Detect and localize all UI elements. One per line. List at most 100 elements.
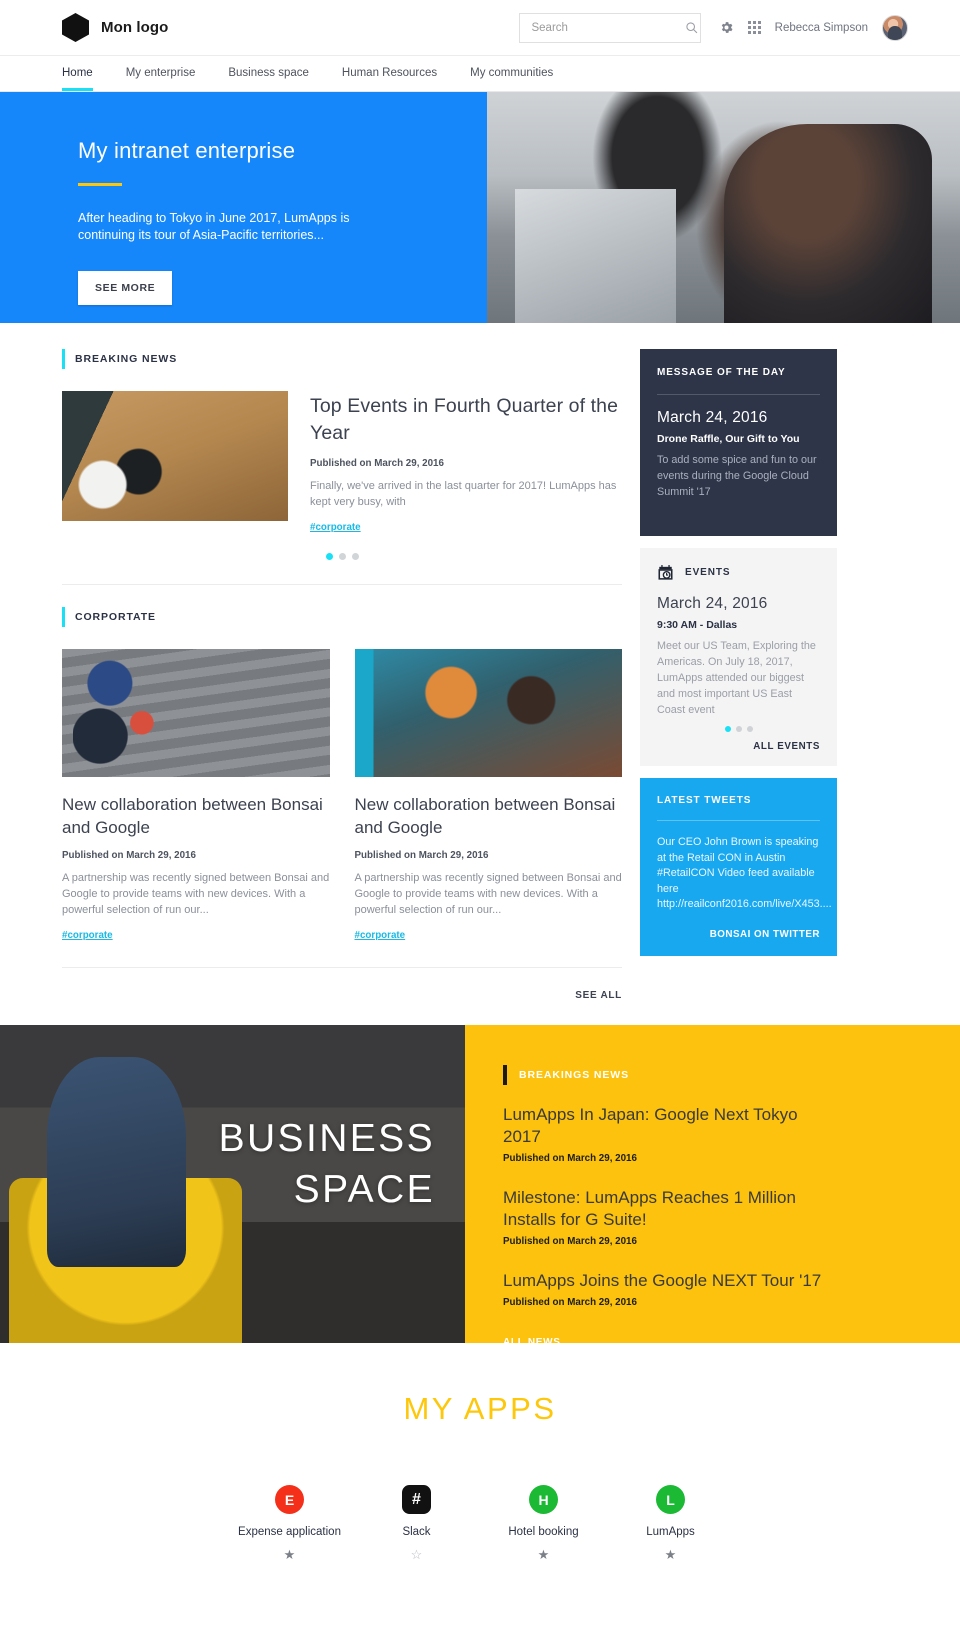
- hero-divider: [78, 183, 122, 186]
- see-all-link[interactable]: SEE ALL: [575, 990, 622, 1001]
- news-list-item[interactable]: Milestone: LumApps Reaches 1 Million Ins…: [503, 1187, 960, 1247]
- top-bar-actions: Rebecca Simpson: [519, 12, 908, 43]
- corporate-divider: [62, 967, 622, 968]
- favorite-star-icon[interactable]: ★: [226, 1547, 353, 1563]
- breaking-news-label: BREAKING NEWS: [62, 349, 622, 369]
- news-item-title[interactable]: LumApps Joins the Google NEXT Tour '17: [503, 1270, 833, 1292]
- nav-item-human-resources[interactable]: Human Resources: [342, 67, 437, 91]
- app-tile-lumapps[interactable]: L LumApps ★: [607, 1485, 734, 1563]
- business-space-image: BUSINESS SPACE: [0, 1025, 465, 1343]
- avatar[interactable]: [882, 14, 908, 41]
- app-icon-hotel-booking: H: [529, 1485, 558, 1514]
- carousel-dot-1[interactable]: [325, 553, 333, 560]
- hero-banner: My intranet enterprise After heading to …: [0, 92, 960, 323]
- news-list-item[interactable]: LumApps In Japan: Google Next Tokyo 2017…: [503, 1104, 960, 1164]
- article-card-title[interactable]: New collaboration between Bonsai and Goo…: [62, 793, 330, 839]
- carousel-dot-2[interactable]: [338, 553, 346, 560]
- motd-date: March 24, 2016: [657, 409, 768, 426]
- favorite-star-icon[interactable]: ★: [607, 1547, 734, 1563]
- featured-article-body: Top Events in Fourth Quarter of the Year…: [310, 391, 622, 535]
- article-card-excerpt: A partnership was recently signed betwee…: [62, 872, 330, 916]
- app-label: Slack: [402, 1526, 431, 1538]
- article-card-tag[interactable]: #corporate: [62, 930, 113, 941]
- featured-article-excerpt: Finally, we've arrived in the last quart…: [310, 480, 617, 508]
- featured-article-title[interactable]: Top Events in Fourth Quarter of the Year: [310, 393, 622, 447]
- events-dot-3[interactable]: [746, 726, 753, 732]
- nav-item-business-space[interactable]: Business space: [228, 67, 309, 91]
- article-card-excerpt: A partnership was recently signed betwee…: [354, 872, 622, 916]
- brand-logo[interactable]: Mon logo: [62, 13, 168, 42]
- user-name: Rebecca Simpson: [774, 21, 868, 34]
- nav-item-home[interactable]: Home: [62, 67, 93, 91]
- see-more-button[interactable]: SEE MORE: [78, 271, 173, 305]
- article-card-tag[interactable]: #corporate: [355, 930, 406, 941]
- favorite-star-icon[interactable]: ☆: [353, 1547, 480, 1563]
- news-item-title[interactable]: LumApps In Japan: Google Next Tokyo 2017: [503, 1104, 833, 1148]
- app-label: LumApps: [646, 1526, 695, 1538]
- all-news-link[interactable]: ALL NEWS: [503, 1337, 561, 1348]
- main-navigation: Home My enterprise Business space Human …: [0, 56, 960, 92]
- article-card-title[interactable]: New collaboration between Bonsai and Goo…: [355, 793, 623, 839]
- breakings-news-label: BREAKINGS NEWS: [503, 1065, 960, 1085]
- content-column: BREAKING NEWS Top Events in Fourth Quart…: [0, 349, 640, 1001]
- breaking-news-carousel-dots[interactable]: [62, 553, 622, 560]
- search-box[interactable]: [519, 12, 702, 43]
- motd-divider: [657, 394, 820, 395]
- carousel-dot-3[interactable]: [351, 553, 359, 560]
- see-all-row: SEE ALL: [62, 990, 622, 1001]
- hero-description: After heading to Tokyo in June 2017, Lum…: [78, 211, 350, 242]
- search-icon[interactable]: [685, 21, 698, 34]
- corporate-label: CORPORTATE: [62, 607, 622, 627]
- app-tile-slack[interactable]: # Slack ☆: [353, 1485, 480, 1563]
- search-input[interactable]: [531, 21, 686, 34]
- featured-article-date: Published on March 29, 2016: [310, 458, 444, 469]
- article-card-date: Published on March 29, 2016: [62, 850, 196, 861]
- app-grid-icon[interactable]: [748, 21, 761, 34]
- article-card-date: Published on March 29, 2016: [354, 850, 489, 861]
- main-content: BREAKING NEWS Top Events in Fourth Quart…: [0, 323, 960, 1025]
- news-item-title[interactable]: Milestone: LumApps Reaches 1 Million Ins…: [503, 1187, 833, 1231]
- news-list-item[interactable]: LumApps Joins the Google NEXT Tour '17 P…: [503, 1270, 960, 1308]
- tweet-text: Our CEO John Brown is speaking at the Re…: [657, 836, 832, 910]
- message-of-the-day-widget: MESSAGE OF THE DAY March 24, 2016 Drone …: [640, 349, 837, 536]
- news-item-date: Published on March 29, 2016: [503, 1236, 637, 1247]
- bonsai-on-twitter-link[interactable]: BONSAI ON TWITTER: [657, 929, 820, 940]
- top-bar: Mon logo Rebecca Simpson: [0, 0, 960, 56]
- events-header: EVENTS: [657, 564, 820, 581]
- favorite-star-icon[interactable]: ★: [480, 1547, 607, 1563]
- my-apps-list: E Expense application ★ # Slack ☆ H Hote…: [0, 1485, 960, 1563]
- events-carousel-dots[interactable]: [657, 726, 820, 732]
- events-dot-1[interactable]: [724, 726, 731, 732]
- nav-item-my-enterprise[interactable]: My enterprise: [126, 67, 196, 91]
- article-card-image: [354, 649, 622, 777]
- my-apps-section: MY APPS E Expense application ★ # Slack …: [0, 1343, 960, 1625]
- intranet-home-page: Mon logo Rebecca Simpson: [0, 0, 960, 1625]
- gear-icon[interactable]: [719, 20, 734, 35]
- motd-text: To add some spice and fun to our events …: [657, 454, 817, 498]
- corporate-card-list: New collaboration between Bonsai and Goo…: [62, 649, 622, 943]
- app-label: Expense application: [238, 1526, 341, 1538]
- featured-article[interactable]: Top Events in Fourth Quarter of the Year…: [62, 391, 622, 535]
- content-divider: [62, 584, 622, 585]
- brand-name: Mon logo: [101, 19, 169, 36]
- events-dot-2[interactable]: [735, 726, 742, 732]
- tweets-title: LATEST TWEETS: [657, 795, 752, 806]
- events-title: EVENTS: [685, 567, 731, 578]
- app-icon-lumapps: L: [656, 1485, 685, 1514]
- events-text: Meet our US Team, Exploring the Americas…: [657, 640, 816, 716]
- motd-subtitle: Drone Raffle, Our Gift to You: [657, 433, 800, 445]
- breaking-news-panel: BREAKINGS NEWS LumApps In Japan: Google …: [465, 1025, 960, 1348]
- app-tile-expense-application[interactable]: E Expense application ★: [226, 1485, 353, 1563]
- all-events-link[interactable]: ALL EVENTS: [657, 741, 820, 752]
- nav-item-my-communities[interactable]: My communities: [470, 67, 553, 91]
- featured-article-tag[interactable]: #corporate: [310, 522, 361, 533]
- article-card[interactable]: New collaboration between Bonsai and Goo…: [354, 649, 623, 943]
- business-space-caption: BUSINESS SPACE: [219, 1113, 435, 1215]
- app-label: Hotel booking: [508, 1526, 579, 1538]
- calendar-clock-icon: [657, 564, 674, 581]
- app-icon-expense-application: E: [275, 1485, 304, 1514]
- business-space-caption-line2: SPACE: [293, 1168, 435, 1211]
- app-tile-hotel-booking[interactable]: H Hotel booking ★: [480, 1485, 607, 1563]
- article-card[interactable]: New collaboration between Bonsai and Goo…: [62, 649, 330, 943]
- latest-tweets-widget: LATEST TWEETS Our CEO John Brown is spea…: [640, 778, 837, 956]
